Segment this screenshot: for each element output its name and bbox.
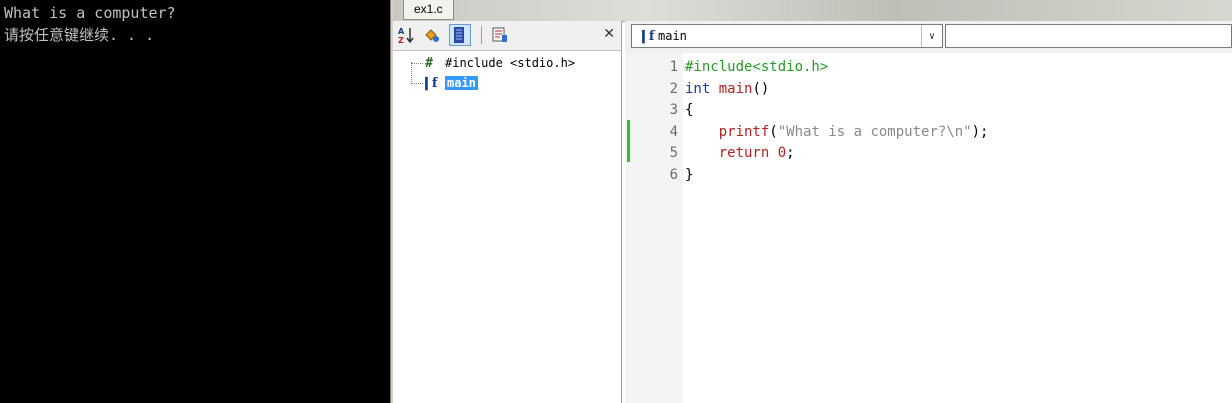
code-token: #include<stdio.h> [685,59,829,75]
code-editor[interactable]: 1 #include<stdio.h> 2 int main() 3{4 printf(… [625,53,1232,403]
code-token: 0 [777,145,787,161]
sort-type-button[interactable] [421,24,443,46]
svg-text:Z: Z [398,36,404,44]
code-token: "What is a computer?\n" [777,123,972,140]
hash-icon: # [425,55,433,71]
tab-ex1-c[interactable]: ex1.c [403,0,454,20]
function-combo-value: main [658,29,687,43]
line-number: 2 [669,80,678,97]
line-number: 4 [669,123,678,140]
properties-button[interactable] [489,24,511,46]
toolbar-separator [481,26,482,44]
file-tab-bar: ex1.c [393,0,1232,22]
code-text: { [685,100,693,121]
sort-alpha-button[interactable]: A Z [395,24,417,46]
code-line[interactable]: 2 int main() [625,79,1225,100]
code-text: #include<stdio.h> [685,57,828,78]
code-token: int [685,80,711,97]
tree-item-main[interactable]: ❙f main [421,73,478,93]
code-token: return [718,145,770,161]
code-token: main [718,80,753,97]
code-line[interactable]: 5 return 0; [625,143,1225,164]
code-text: int main() [685,79,769,100]
function-combo[interactable]: ❙f main ∨ [631,24,943,48]
function-icon: ❙f [638,28,655,44]
console-window[interactable]: What is a computer? 请按任意键继续. . . [0,0,390,403]
code-text: } [685,165,693,186]
class-view-pane: A Z ✕ # #include <stdio.h> ❙f main [393,21,622,403]
code-text: return 0; [685,143,795,164]
console-prompt-line: 请按任意键继续. . . [4,26,155,44]
code-token: { [685,102,694,118]
tree-item-label: #include <stdio.h> [445,56,576,70]
code-token: ( [769,123,778,140]
close-pane-icon[interactable]: ✕ [603,26,615,42]
line-number: 6 [669,166,678,183]
code-line[interactable]: 3{ [625,100,1225,121]
list-view-icon [454,27,464,43]
tree-connector-vertical [411,62,412,82]
tree-item-label-selected: main [445,76,478,90]
code-line[interactable]: 6} [625,165,1225,186]
search-combo[interactable] [945,24,1232,48]
svg-text:A: A [398,27,405,36]
properties-icon [492,27,507,42]
code-token: } [685,166,694,183]
editor-navigation-bar: ❙f main ∨ [625,21,1232,54]
line-number: 3 [669,102,678,118]
console-output-line: What is a computer? [4,4,176,22]
code-text: printf("What is a computer?\n"); [685,122,989,143]
code-token: () [752,80,770,97]
group-by-type-button[interactable] [449,24,471,46]
line-number: 5 [669,145,678,161]
line-number: 1 [669,59,678,75]
chevron-down-icon[interactable]: ∨ [921,25,942,47]
code-token: printf [718,123,770,140]
code-token: ; [786,145,795,161]
sort-type-icon [425,29,439,42]
sort-alpha-icon: A Z [398,27,414,44]
function-icon: ❙f [421,75,438,91]
code-token: ); [971,123,989,140]
code-line[interactable]: 1 #include<stdio.h> [625,57,1225,78]
code-line[interactable]: 4 printf("What is a computer?\n"); [625,122,1225,143]
tree-item-include[interactable]: # #include <stdio.h> [421,53,575,73]
class-view-toolbar: A Z ✕ [393,21,621,51]
